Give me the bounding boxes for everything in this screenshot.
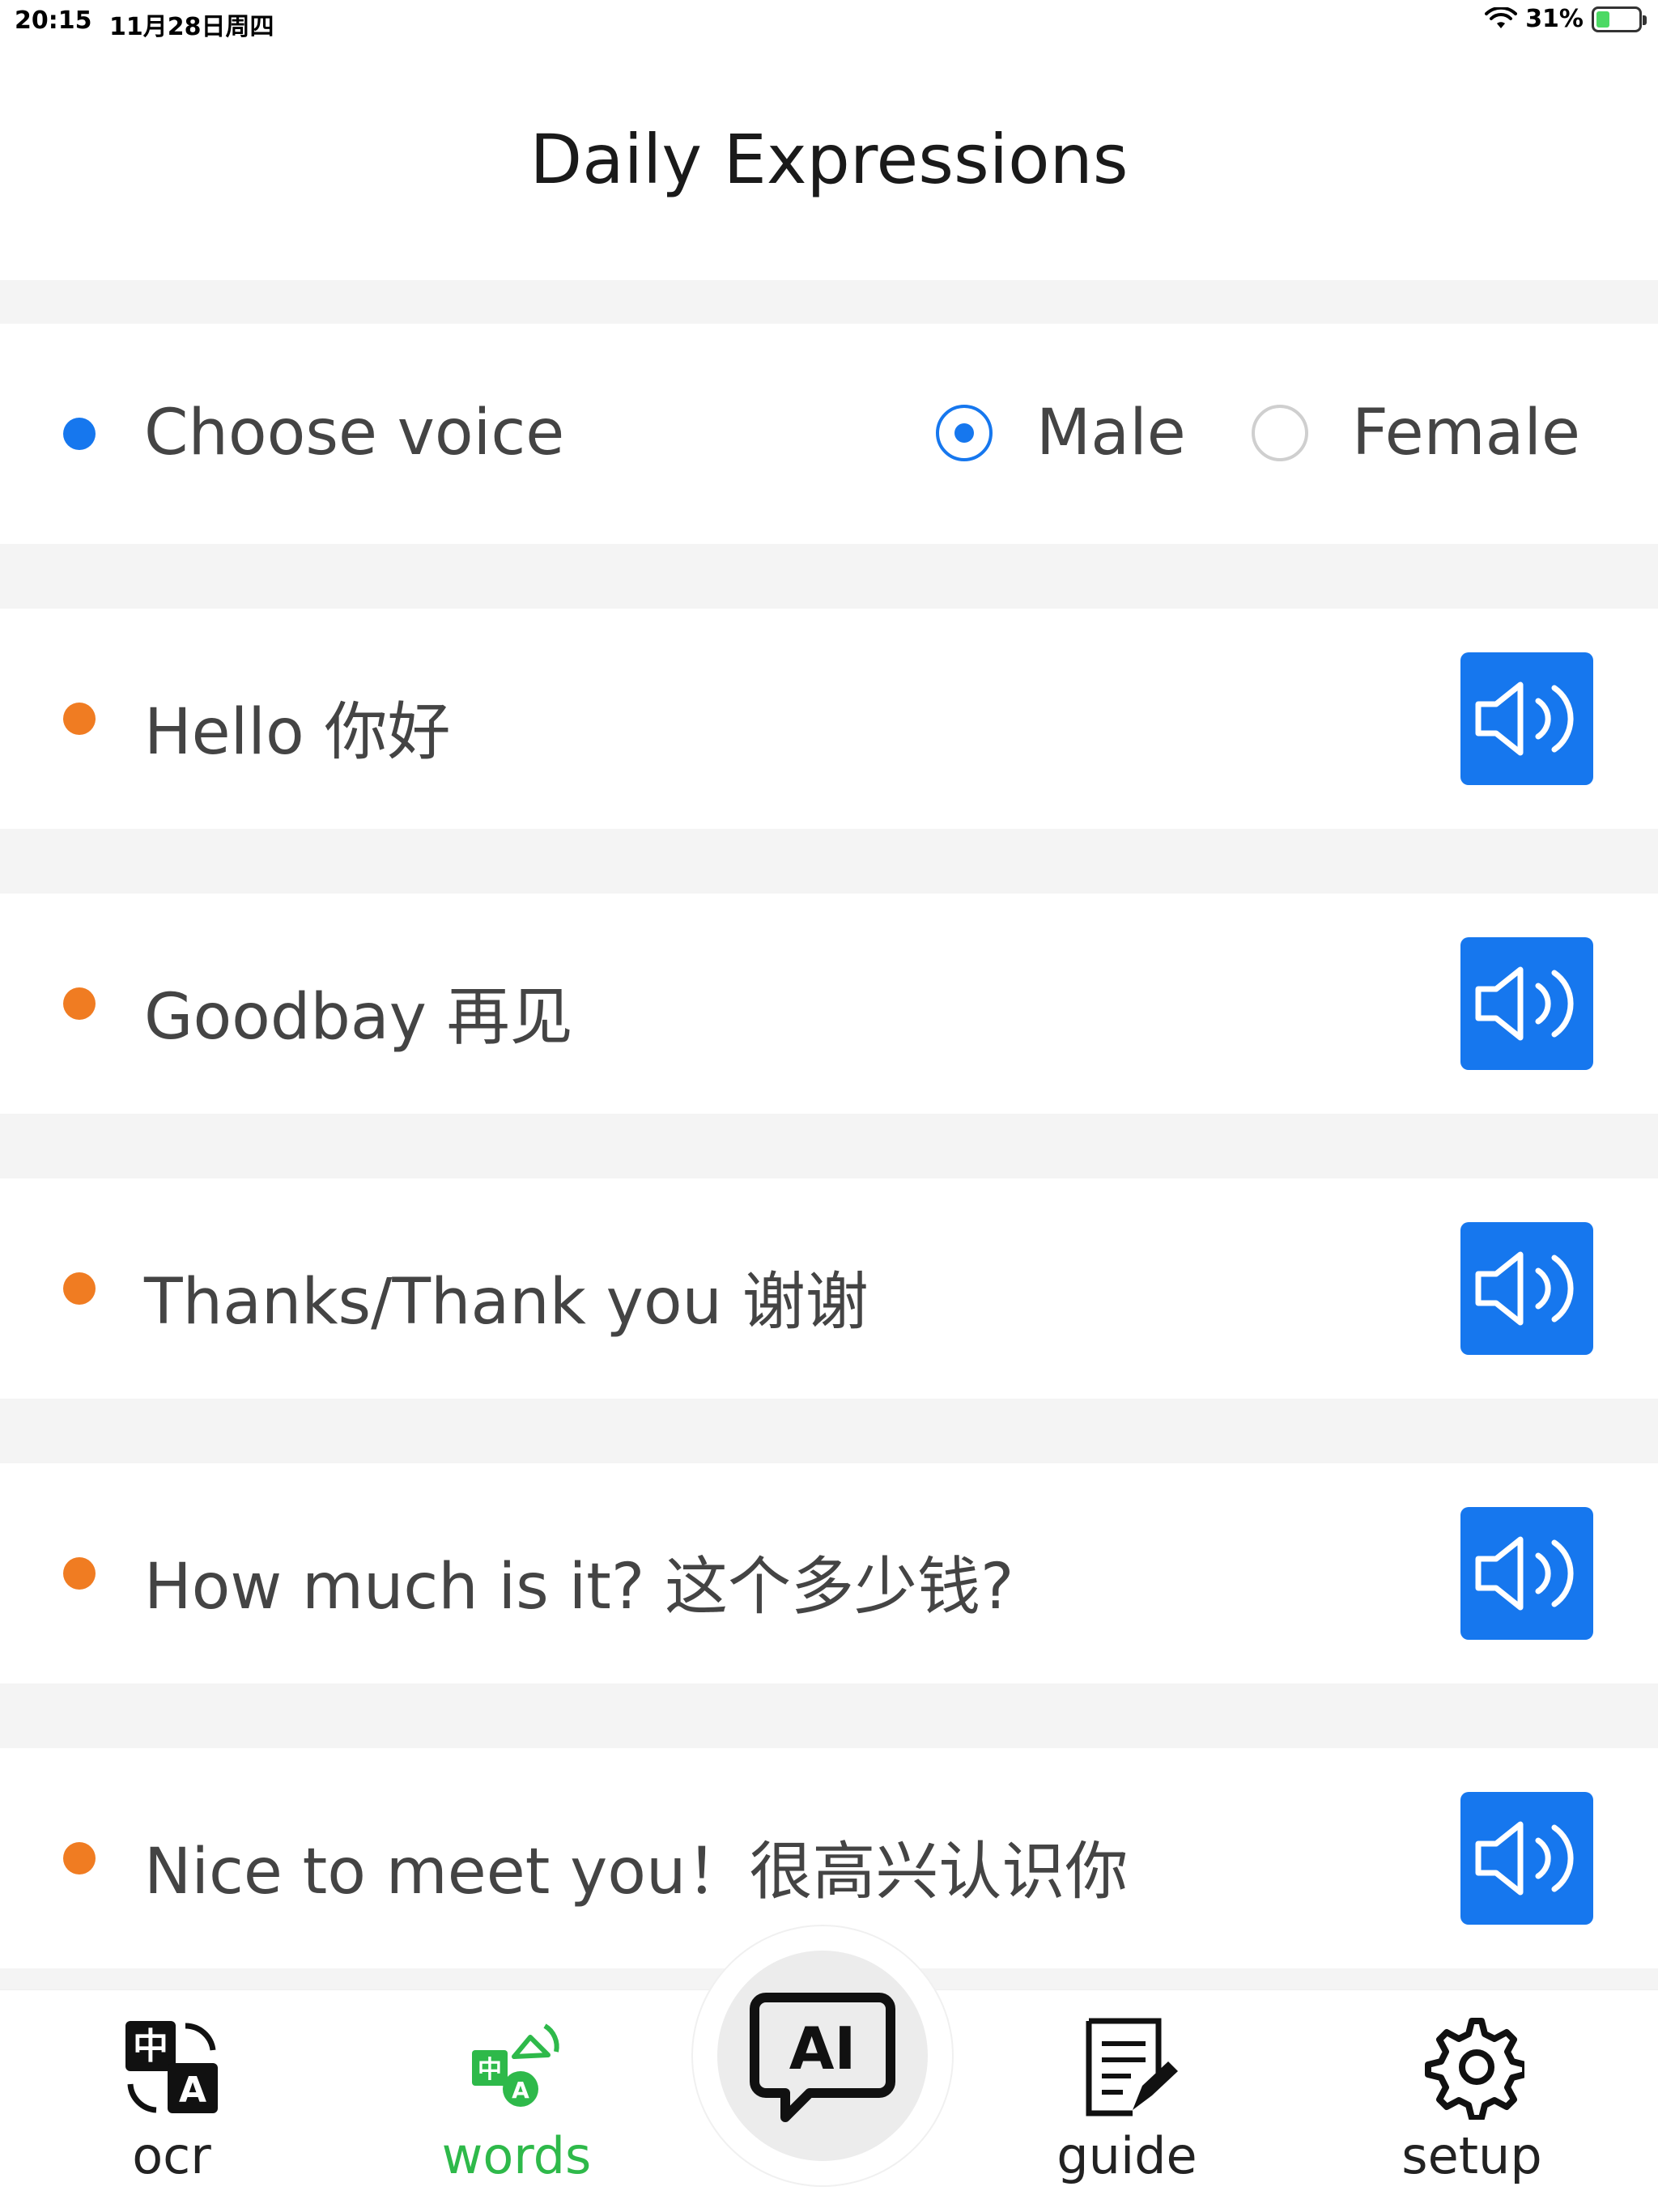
section-divider — [0, 1399, 1658, 1463]
expression-row: Goodbay 再见 — [0, 894, 1658, 1114]
bullet-dot — [63, 1842, 96, 1874]
expression-text: Nice to meet you！很高兴认识你 — [144, 1836, 1129, 1908]
expression-row: Hello 你好 — [0, 609, 1658, 829]
ai-icon-text: AI — [789, 2015, 857, 2083]
play-audio-button[interactable] — [1460, 1507, 1593, 1640]
svg-text:中: 中 — [478, 2056, 502, 2084]
words-speaker-icon: 中 A — [472, 2023, 559, 2107]
wifi-icon — [1485, 6, 1518, 28]
bullet-dot — [63, 1272, 96, 1305]
radio-female-label[interactable]: Female — [1352, 397, 1580, 469]
ai-chat-icon: AI — [750, 1993, 895, 2122]
section-divider — [0, 544, 1658, 609]
nav-ocr[interactable]: 中 A ocr — [66, 1990, 277, 2212]
nav-label-guide: guide — [1056, 2126, 1197, 2185]
speaker-icon — [1475, 1251, 1574, 1326]
nav-label-ocr: ocr — [132, 2126, 211, 2185]
speaker-icon — [1475, 681, 1574, 756]
play-audio-button[interactable] — [1460, 937, 1593, 1070]
page-title: Daily Expressions — [529, 120, 1129, 199]
guide-document-icon — [1086, 2018, 1178, 2116]
expression-row: How much is it? 这个多少钱? — [0, 1463, 1658, 1683]
status-bar: 20:15 11月28日周四 31% — [0, 0, 1658, 44]
ai-button-inner: AI — [717, 1951, 928, 2161]
speaker-icon — [1475, 1536, 1574, 1611]
section-divider — [0, 280, 1658, 324]
section-divider — [0, 829, 1658, 894]
ocr-icon-char-a: A — [179, 2070, 206, 2111]
status-time: 20:15 — [15, 6, 92, 35]
nav-label-setup: setup — [1401, 2126, 1542, 2185]
radio-female[interactable] — [1252, 405, 1308, 461]
ocr-translate-icon: 中 A — [125, 2021, 218, 2113]
bullet-dot — [63, 1557, 96, 1590]
battery-icon — [1592, 6, 1647, 32]
speaker-icon — [1475, 1821, 1574, 1896]
battery-percent: 31% — [1525, 5, 1584, 33]
section-divider — [0, 1114, 1658, 1178]
battery-fill — [1596, 11, 1609, 28]
gear-icon — [1425, 2018, 1524, 2120]
play-audio-button[interactable] — [1460, 1222, 1593, 1355]
radio-male[interactable] — [936, 405, 993, 461]
svg-text:A: A — [512, 2077, 529, 2104]
voice-label: Choose voice — [144, 397, 565, 469]
bullet-dot — [63, 703, 96, 735]
expression-text: How much is it? 这个多少钱? — [144, 1551, 1014, 1624]
play-audio-button[interactable] — [1460, 652, 1593, 785]
ai-chat-button[interactable]: AI — [693, 1926, 952, 2185]
radio-male-label[interactable]: Male — [1036, 397, 1186, 469]
expression-row: Thanks/Thank you 谢谢 — [0, 1178, 1658, 1399]
nav-words[interactable]: 中 A words — [411, 1990, 622, 2212]
voice-row: Choose voice Male Female — [0, 324, 1658, 544]
section-divider — [0, 1683, 1658, 1748]
expression-text: Goodbay 再见 — [144, 981, 573, 1054]
play-audio-button[interactable] — [1460, 1792, 1593, 1925]
expression-text: Thanks/Thank you 谢谢 — [144, 1266, 869, 1339]
bullet-dot — [63, 987, 96, 1020]
bullet-dot — [63, 418, 96, 450]
status-date: 11月28日周四 — [109, 13, 274, 41]
nav-guide[interactable]: guide — [1022, 1990, 1232, 2212]
nav-label-words: words — [441, 2126, 592, 2185]
status-indicators: 31% — [1485, 5, 1647, 33]
nav-setup[interactable]: setup — [1367, 1990, 1577, 2212]
expression-text: Hello 你好 — [144, 696, 451, 769]
ocr-icon-char-zh: 中 — [133, 2026, 168, 2067]
speaker-icon — [1475, 966, 1574, 1041]
